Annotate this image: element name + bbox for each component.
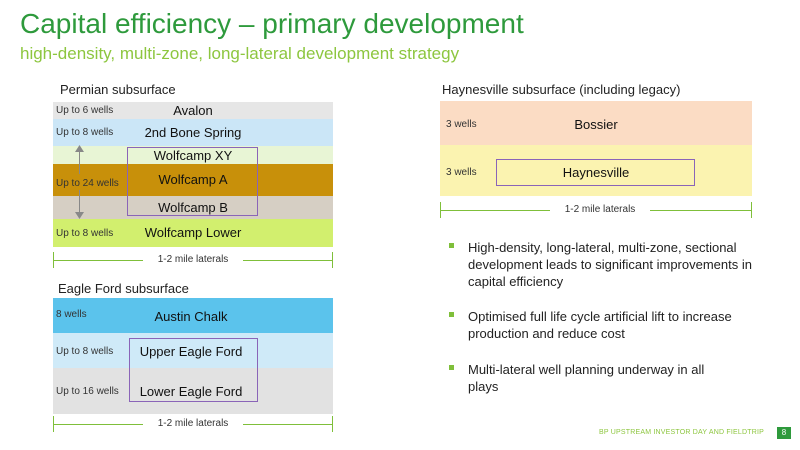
eagle-ford-wells-upper: Up to 8 wells	[56, 346, 114, 357]
haynesville-chart: 3 wells 3 wells Bossier Haynesville	[440, 101, 752, 196]
permian-wells-wolfcamp-lower: Up to 8 wells	[56, 228, 114, 239]
permian-up-arrow	[79, 150, 80, 174]
haynesville-target-zone-box	[496, 159, 695, 186]
arrow-down-icon	[75, 212, 84, 219]
permian-formation-2nd-bone-spring: 2nd Bone Spring	[144, 125, 242, 140]
eagle-ford-target-zone-box	[129, 338, 258, 402]
permian-wells-wolfcamp: Up to 24 wells	[56, 178, 119, 189]
eagle-ford-section-title: Eagle Ford subsurface	[58, 281, 189, 296]
eagle-ford-wells-lower: Up to 16 wells	[56, 386, 119, 397]
page-number: 8	[777, 427, 791, 439]
eagle-ford-formation-austin-chalk: Austin Chalk	[154, 309, 228, 324]
eagle-ford-laterals-label: 1-2 mile laterals	[143, 418, 243, 429]
arrow-up-icon	[75, 145, 84, 152]
bullet-text: High-density, long-lateral, multi-zone, …	[468, 240, 752, 289]
permian-target-zone-box	[127, 147, 258, 216]
permian-laterals-label: 1-2 mile laterals	[143, 254, 243, 265]
haynesville-laterals-label: 1-2 mile laterals	[550, 204, 650, 215]
haynesville-section-title: Haynesville subsurface (including legacy…	[442, 82, 681, 97]
permian-formation-wolfcamp-lower: Wolfcamp Lower	[144, 225, 242, 240]
bullet-text: Multi-lateral well planning underway in …	[468, 362, 705, 394]
page-subtitle: high-density, multi-zone, long-lateral d…	[20, 44, 460, 63]
permian-formation-avalon: Avalon	[173, 103, 213, 118]
haynesville-wells-bossier: 3 wells	[446, 119, 477, 130]
footer-text: BP UPSTREAM INVESTOR DAY AND FIELDTRIP	[598, 429, 764, 436]
page-title: Capital efficiency – primary development	[20, 8, 524, 39]
eagle-ford-chart: 8 wells Up to 8 wells Up to 16 wells Aus…	[53, 298, 333, 414]
bullet-text: Optimised full life cycle artificial lif…	[468, 309, 732, 341]
haynesville-wells-haynesville: 3 wells	[446, 167, 477, 178]
eagle-ford-wells-austin-chalk: 8 wells	[56, 309, 87, 320]
haynesville-formation-bossier: Bossier	[574, 117, 618, 132]
bullet-icon	[448, 311, 456, 319]
permian-wells-avalon: Up to 6 wells	[56, 105, 114, 116]
bullet-icon	[448, 242, 456, 250]
permian-wells-2nd-bone-spring: Up to 8 wells	[56, 127, 114, 138]
permian-chart: Up to 6 wells Up to 8 wells Up to 24 wel…	[53, 102, 333, 247]
bullet-icon	[448, 364, 456, 372]
permian-down-arrow	[79, 190, 80, 214]
permian-section-title: Permian subsurface	[60, 82, 176, 97]
